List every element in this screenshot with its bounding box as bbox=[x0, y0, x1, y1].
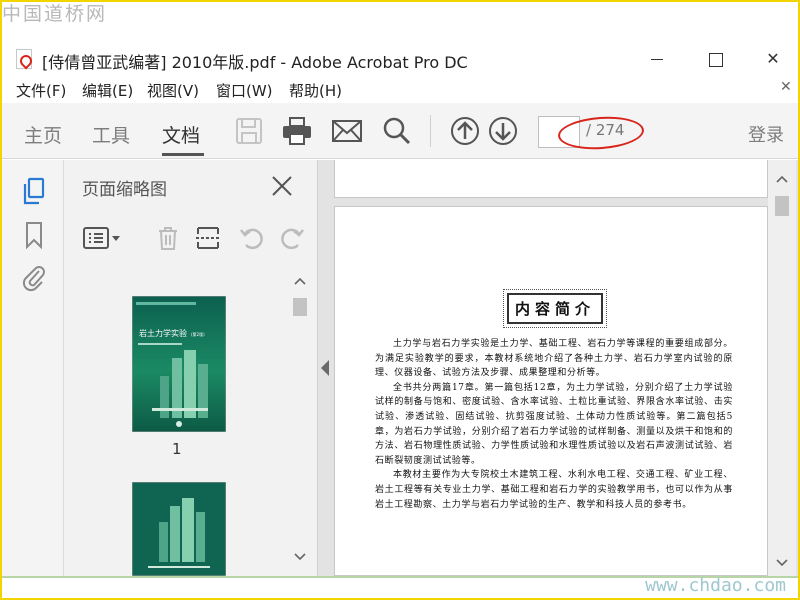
active-tab-indicator bbox=[162, 153, 204, 156]
menu-file[interactable]: 文件(F) bbox=[16, 80, 66, 101]
document-page: 内容简介 土力学与岩石力学实验是土力学、基础工程、岩石力学等课程的重要组成部分。… bbox=[334, 206, 768, 576]
document-heading: 内容简介 bbox=[502, 289, 608, 328]
delete-icon[interactable] bbox=[154, 224, 182, 252]
page-thumbnail[interactable] bbox=[132, 482, 226, 576]
document-viewer: 内容简介 土力学与岩石力学实验是土力学、基础工程、岩石力学等课程的重要组成部分。… bbox=[318, 160, 798, 576]
toolbar-separator bbox=[430, 115, 431, 147]
close-icon[interactable] bbox=[268, 172, 296, 200]
pane-title: 页面缩略图 bbox=[82, 180, 167, 200]
document-body: 土力学与岩石力学实验是土力学、基础工程、岩石力学等课程的重要组成部分。为满足实验… bbox=[375, 337, 733, 512]
page-thumbnail[interactable]: 岩土力学实验 (第2版) bbox=[132, 296, 226, 432]
rotate-right-icon[interactable] bbox=[278, 224, 306, 252]
tab-tools[interactable]: 工具 bbox=[92, 121, 130, 148]
attachment-icon[interactable] bbox=[20, 262, 48, 292]
thumbnail-pane: 页面缩略图 岩土力学实验 (第2版) 1 bbox=[64, 160, 318, 576]
menu-bar: 文件(F) 编辑(E) 视图(V) 窗口(W) 帮助(H) ✕ bbox=[2, 78, 798, 100]
title-bar: [侍倩曾亚武编著] 2010年版.pdf - Adobe Acrobat Pro… bbox=[2, 44, 798, 74]
scroll-up-icon[interactable] bbox=[776, 174, 788, 184]
thumbnail-page-number: 1 bbox=[172, 440, 182, 458]
window-title: [侍倩曾亚武编著] 2010年版.pdf - Adobe Acrobat Pro… bbox=[42, 53, 468, 72]
next-page-icon[interactable] bbox=[486, 115, 520, 147]
collapse-pane-icon[interactable] bbox=[318, 356, 332, 380]
menu-help[interactable]: 帮助(H) bbox=[289, 80, 342, 101]
menu-edit[interactable]: 编辑(E) bbox=[82, 80, 133, 101]
navigation-rail bbox=[2, 160, 64, 576]
document-paragraph: 土力学与岩石力学实验是土力学、基础工程、岩石力学等课程的重要组成部分。为满足实验… bbox=[375, 339, 733, 379]
options-icon[interactable] bbox=[82, 224, 122, 252]
rotate-left-icon[interactable] bbox=[238, 224, 266, 252]
scrollbar-thumb[interactable] bbox=[293, 298, 307, 316]
toolbar: 主页 工具 文档 / 274 登录 bbox=[2, 103, 798, 159]
menu-view[interactable]: 视图(V) bbox=[147, 80, 199, 101]
scrollbar-thumb[interactable] bbox=[775, 196, 789, 216]
bookmark-icon[interactable] bbox=[20, 220, 48, 250]
menu-window[interactable]: 窗口(W) bbox=[216, 80, 273, 101]
document-paragraph: 全书共分两篇17章。第一篇包括12章，为土力学试验，分别介绍了土力学试验试样的制… bbox=[375, 382, 733, 466]
close-window-button[interactable]: ✕ bbox=[750, 44, 796, 74]
tab-home[interactable]: 主页 bbox=[24, 121, 62, 148]
pages-icon[interactable] bbox=[20, 176, 48, 206]
login-button[interactable]: 登录 bbox=[748, 121, 784, 147]
cover-edition: (第2版) bbox=[191, 331, 205, 337]
document-scrollbar[interactable] bbox=[768, 160, 796, 576]
document-paragraph: 本教材主要作为大专院校土木建筑工程、水利水电工程、交通工程、矿业工程、岩土工程等… bbox=[375, 470, 733, 510]
prev-page-icon[interactable] bbox=[448, 115, 482, 147]
maximize-button[interactable] bbox=[692, 44, 738, 74]
watermark-bottom: www.chdao.com bbox=[645, 575, 786, 596]
scroll-down-icon[interactable] bbox=[776, 558, 788, 568]
pdf-file-icon bbox=[16, 49, 32, 69]
thumbnail-scrollbar[interactable] bbox=[290, 277, 310, 574]
close-document-button[interactable]: ✕ bbox=[780, 79, 792, 95]
tab-document[interactable]: 文档 bbox=[162, 121, 200, 148]
search-icon[interactable] bbox=[380, 115, 414, 147]
scroll-down-icon[interactable] bbox=[294, 552, 306, 562]
insert-icon[interactable] bbox=[194, 224, 222, 252]
pane-toolbar bbox=[82, 220, 308, 256]
watermark-top: 中国道桥网 bbox=[2, 3, 108, 25]
email-icon[interactable] bbox=[330, 115, 364, 147]
print-icon[interactable] bbox=[280, 115, 314, 147]
scroll-up-icon[interactable] bbox=[294, 276, 306, 286]
save-icon[interactable] bbox=[232, 115, 266, 147]
cover-title: 岩土力学实验 bbox=[139, 328, 187, 338]
minimize-button[interactable] bbox=[634, 44, 680, 74]
previous-page-sheet bbox=[334, 160, 768, 198]
